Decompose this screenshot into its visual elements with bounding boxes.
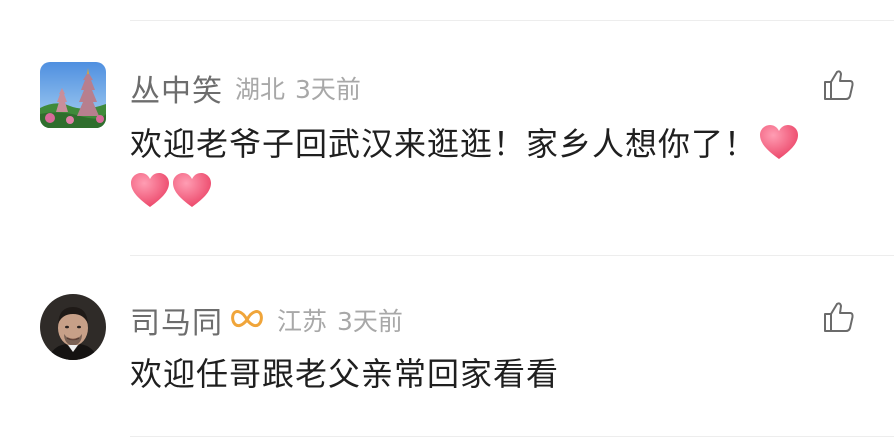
heart-icon: [173, 173, 211, 207]
heart-icon: [131, 173, 169, 207]
username[interactable]: 丛中笑: [130, 66, 223, 110]
thumbs-up-icon: [824, 70, 854, 100]
location-label: 江苏: [277, 307, 328, 336]
comment-text: 欢迎任哥跟老父亲常回家看看: [130, 350, 870, 398]
comment-meta: 司马同 江苏 3天前: [130, 298, 403, 342]
location-label: 湖北: [235, 75, 286, 104]
pagoda-landscape-avatar: [40, 62, 106, 128]
comment-item: 丛中笑 湖北 3天前 欢迎老爷子回武汉来逛逛！家乡人想你了！: [0, 0, 894, 250]
comment-body: 欢迎老爷子回武汉来逛逛！家乡人想你了！: [130, 125, 758, 163]
username[interactable]: 司马同: [130, 298, 223, 342]
user-avatar[interactable]: [40, 294, 106, 360]
comment-meta: 丛中笑 湖北 3天前: [130, 66, 361, 110]
like-button[interactable]: [822, 68, 856, 102]
infinity-badge-icon: [231, 310, 263, 328]
thumbs-up-icon: [824, 302, 854, 332]
like-button[interactable]: [822, 300, 856, 334]
comment-text: 欢迎老爷子回武汉来逛逛！家乡人想你了！: [130, 120, 870, 216]
heart-icon: [760, 125, 799, 159]
comment-body: 欢迎任哥跟老父亲常回家看看: [130, 355, 560, 393]
man-portrait-avatar: [40, 294, 106, 360]
comment-item: 司马同 江苏 3天前 欢迎任哥跟老父亲常回家看看: [0, 256, 894, 436]
user-avatar[interactable]: [40, 62, 106, 128]
bottom-divider: [130, 436, 894, 437]
timestamp: 3天前: [295, 75, 361, 104]
timestamp: 3天前: [337, 307, 403, 336]
